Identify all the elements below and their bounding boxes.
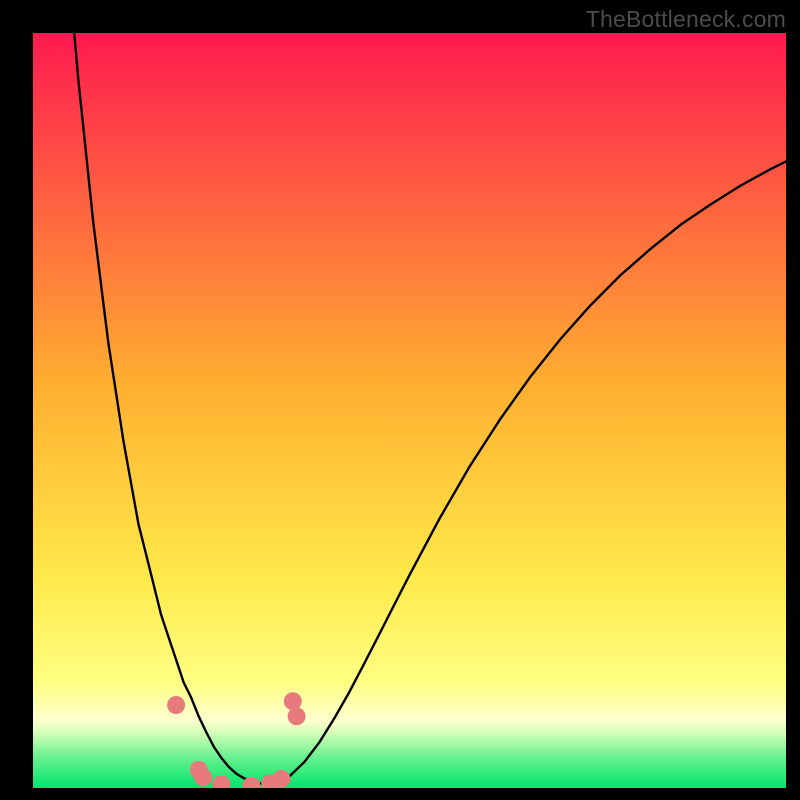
chart-frame: TheBottleneck.com xyxy=(0,0,800,800)
curve-marker xyxy=(288,707,306,725)
curve-marker xyxy=(167,696,185,714)
chart-svg xyxy=(33,33,786,788)
curve-marker xyxy=(284,692,302,710)
curve-marker xyxy=(194,768,212,786)
curve-marker xyxy=(273,770,291,788)
watermark-text: TheBottleneck.com xyxy=(586,6,786,33)
plot-area xyxy=(33,33,786,788)
gradient-background xyxy=(33,33,786,788)
